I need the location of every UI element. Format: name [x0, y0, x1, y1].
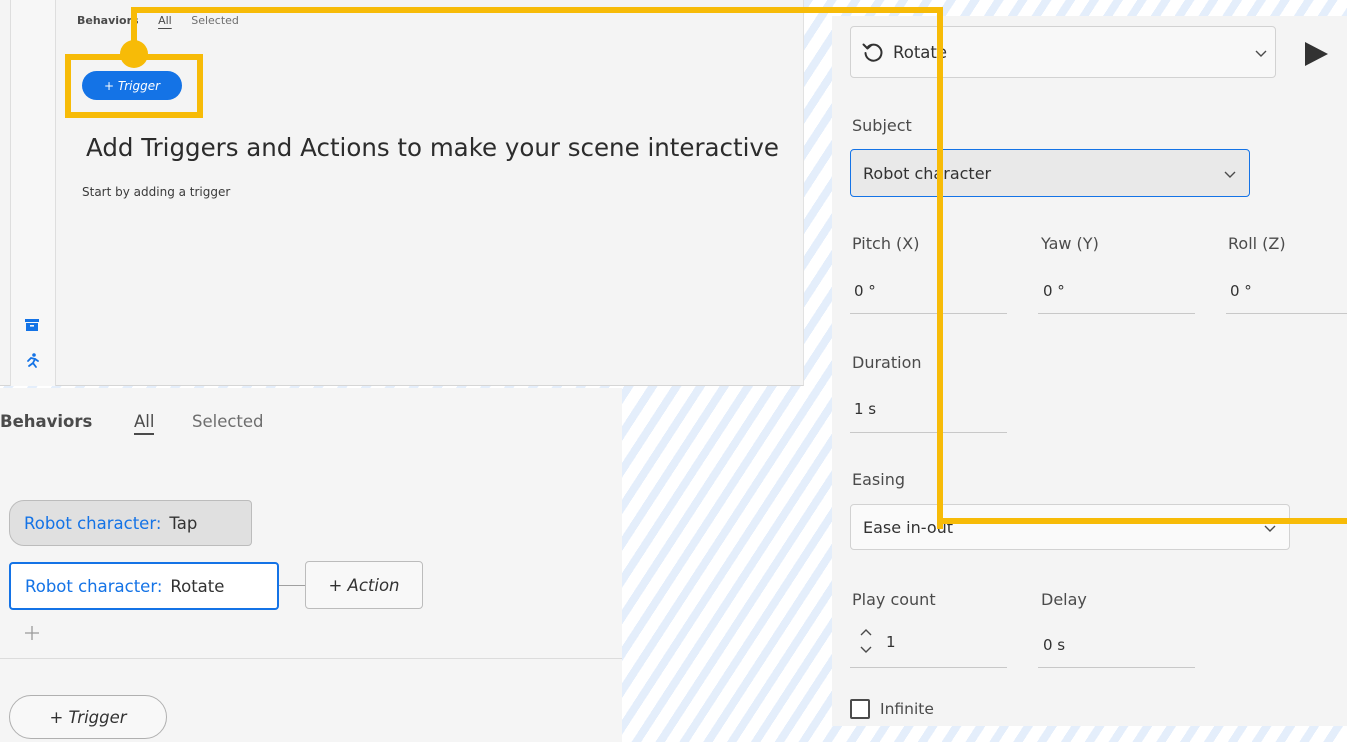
archive-icon[interactable] — [23, 316, 41, 334]
subject-dropdown[interactable]: Robot character — [850, 149, 1250, 197]
highlight-line — [937, 7, 943, 529]
tab-all[interactable]: All — [158, 14, 172, 27]
easing-dropdown[interactable]: Ease in-out — [850, 504, 1290, 550]
subject-label: Subject — [852, 116, 912, 135]
pitch-label: Pitch (X) — [852, 234, 920, 253]
action-subject: Robot character: — [25, 576, 163, 596]
action-type-dropdown[interactable]: Rotate — [850, 26, 1276, 78]
trigger-event: Tap — [169, 513, 198, 533]
roll-label: Roll (Z) — [1228, 234, 1286, 253]
duration-input[interactable]: 1 s — [854, 400, 876, 418]
chevron-down-icon — [1224, 171, 1236, 178]
delay-input[interactable]: 0 s — [1043, 636, 1065, 654]
chevron-down-icon — [1264, 525, 1276, 532]
delay-underline — [1038, 667, 1195, 668]
empty-state-subheading: Start by adding a trigger — [82, 185, 231, 199]
running-figure-icon[interactable] — [23, 352, 41, 370]
infinite-checkbox[interactable] — [850, 699, 870, 719]
tab-selected[interactable]: Selected — [192, 412, 264, 431]
play-count-underline — [850, 667, 1007, 668]
pitch-underline — [850, 313, 1007, 314]
behaviors-tabs: Behaviors All Selected — [0, 412, 264, 436]
behaviors-panel-list: Behaviors All Selected Robot character: … — [0, 388, 622, 742]
delay-label: Delay — [1041, 590, 1087, 609]
highlight-line — [131, 7, 943, 13]
roll-input[interactable]: 0 ° — [1230, 282, 1252, 300]
action-properties-panel: Rotate Subject Robot character Pitch (X)… — [832, 16, 1347, 726]
highlight-line — [937, 518, 1347, 524]
add-action-button[interactable]: + Action — [305, 561, 423, 609]
divider — [0, 658, 622, 659]
action-connector-line — [279, 585, 305, 586]
roll-underline — [1226, 313, 1347, 314]
subject-value: Robot character — [863, 163, 992, 183]
trigger-item[interactable]: Robot character: Tap — [9, 500, 252, 546]
yaw-input[interactable]: 0 ° — [1043, 282, 1065, 300]
action-item[interactable]: Robot character: Rotate — [9, 562, 279, 610]
yaw-label: Yaw (Y) — [1041, 234, 1099, 253]
play-count-input[interactable]: 1 — [886, 633, 896, 651]
pitch-input[interactable]: 0 ° — [854, 282, 876, 300]
tab-selected[interactable]: Selected — [191, 14, 239, 27]
left-tool-rail — [10, 0, 56, 386]
empty-state-heading: Add Triggers and Actions to make your sc… — [86, 133, 779, 162]
add-trigger-button[interactable]: + Trigger — [9, 695, 167, 739]
play-icon[interactable] — [1302, 41, 1330, 67]
behaviors-tabs: Behaviors All Selected — [77, 14, 255, 27]
add-action-label: + Action — [328, 575, 400, 595]
highlight-line — [131, 7, 137, 47]
stepper-arrows-icon[interactable] — [858, 626, 874, 656]
duration-label: Duration — [852, 353, 922, 372]
trigger-subject: Robot character: — [24, 513, 162, 533]
chevron-down-icon — [1255, 50, 1267, 57]
plus-icon[interactable] — [23, 624, 41, 642]
yaw-underline — [1038, 313, 1195, 314]
tab-behaviors: Behaviors — [0, 412, 93, 431]
easing-label: Easing — [852, 470, 905, 489]
play-count-label: Play count — [852, 590, 936, 609]
infinite-label: Infinite — [880, 700, 934, 718]
rotate-icon — [862, 43, 883, 62]
tab-behaviors: Behaviors — [77, 14, 139, 27]
action-name: Rotate — [170, 576, 225, 596]
duration-underline — [850, 432, 1007, 433]
tab-all[interactable]: All — [134, 412, 155, 435]
